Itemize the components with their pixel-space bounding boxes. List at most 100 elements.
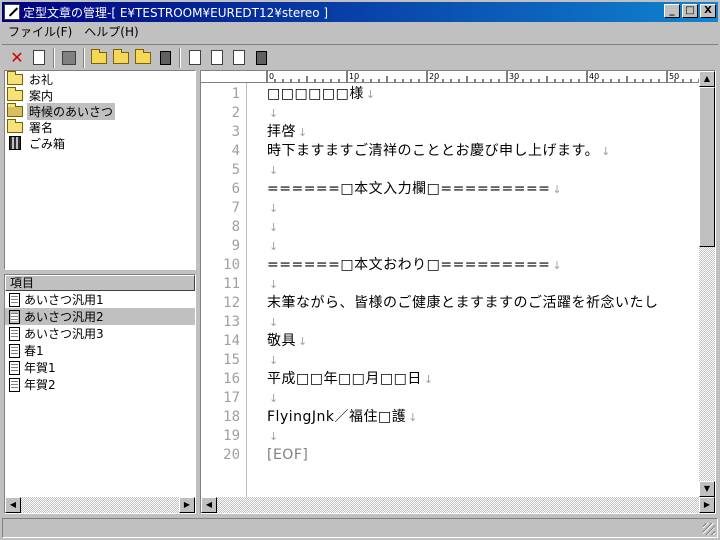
properties-icon [33, 50, 45, 65]
rename-folder-button[interactable] [132, 47, 154, 69]
editor-line[interactable]: [EOF] [267, 446, 310, 465]
menu-help[interactable]: ヘルプ(H) [78, 23, 144, 40]
scroll-left-arrow-icon[interactable]: ◀ [201, 497, 217, 513]
trash-icon [9, 136, 21, 150]
text-editor[interactable]: 0 10 20 30 40 50 1 2 3 4 5 6 7 8 9 10 11 12 13 14 15 16 17 18 1… [200, 70, 716, 514]
editor-line[interactable]: 敬具 ↓ [267, 332, 308, 351]
line-number: 2 [231, 105, 240, 121]
folder-tree[interactable]: お礼 案内 時候のあいさつ 署名 ごみ箱 [4, 70, 196, 270]
editor-line[interactable]: ↓ [267, 427, 279, 446]
editor-line[interactable]: ↓ [267, 199, 279, 218]
newline-mark: ↓ [269, 107, 279, 120]
document-icon [9, 326, 20, 341]
scroll-right-arrow-icon[interactable]: ▶ [699, 497, 715, 513]
list-item[interactable]: あいさつ汎用1 [5, 291, 195, 308]
editor-line[interactable]: 時下ますますご清祥のこととお慶び申し上げます。 ↓ [267, 142, 611, 161]
newline-mark: ↓ [269, 221, 279, 234]
editor-horizontal-scrollbar[interactable]: ◀ ▶ [201, 497, 715, 513]
editor-line[interactable]: 末筆ながら、皆様のご健康とますますのご活躍を祈念いたし [267, 294, 661, 313]
scroll-up-arrow-icon[interactable]: ▲ [699, 71, 715, 87]
line-number: 3 [231, 124, 240, 140]
new-folder-icon [91, 48, 107, 64]
toolbar-separator [53, 47, 55, 68]
save-icon [62, 50, 76, 65]
folder-label: ごみ箱 [29, 136, 66, 151]
document-trash-button[interactable] [250, 47, 272, 69]
line-text: 時下ますますご清祥のこととお慶び申し上げます。 [267, 143, 600, 159]
editor-line[interactable]: ↓ [267, 104, 279, 123]
minimize-button[interactable]: _ [664, 4, 680, 18]
scroll-track[interactable] [699, 247, 715, 481]
editor-line[interactable]: ↓ [267, 275, 279, 294]
column-ruler: 0 10 20 30 40 50 [201, 71, 699, 83]
text-area[interactable]: □□□□□□様 ↓ ↓ 拝啓 ↓ 時下ますますご清祥のこととお慶び申し上げます。 ↓ ↓ ===… [263, 83, 699, 497]
copy-folder-button[interactable] [110, 47, 132, 69]
scroll-left-arrow-icon[interactable]: ◀ [5, 497, 21, 513]
ruler-label: 20 [429, 72, 439, 81]
folder-item[interactable]: 署名 [5, 118, 195, 135]
copy-document-button[interactable] [206, 47, 228, 69]
rename-folder-icon [135, 48, 151, 64]
list-item[interactable]: 春1 [5, 342, 195, 359]
line-text: 末筆ながら、皆様のご健康とますますのご活躍を祈念いたし [267, 295, 659, 311]
folder-label: 時候のあいさつ [27, 102, 116, 120]
line-text: 平成□□年□□月□□日 [267, 371, 422, 387]
list-item-selected[interactable]: あいさつ汎用2 [5, 308, 195, 325]
maximize-button[interactable]: □ [682, 4, 698, 18]
toolbar: ✕ [2, 44, 718, 70]
close-button[interactable]: X [700, 4, 716, 18]
delete-icon: ✕ [10, 48, 24, 67]
list-item[interactable]: あいさつ汎用3 [5, 325, 195, 342]
newline-mark: ↓ [269, 316, 279, 329]
editor-line[interactable]: ======□本文おわり□========= ↓ [267, 256, 562, 275]
scroll-down-arrow-icon[interactable]: ▼ [699, 481, 715, 497]
app-icon[interactable] [4, 4, 20, 20]
open-folder-icon [7, 102, 23, 117]
list-item[interactable]: 年賀1 [5, 359, 195, 376]
document-icon [9, 343, 20, 358]
list-horizontal-scrollbar[interactable]: ◀ ▶ [5, 497, 195, 513]
editor-line[interactable]: FlyingJnk／福住□護 ↓ [267, 408, 418, 427]
new-document-button[interactable] [184, 47, 206, 69]
editor-line[interactable]: 拝啓 ↓ [267, 123, 308, 142]
editor-line[interactable]: ======□本文入力欄□========= ↓ [267, 180, 562, 199]
editor-vertical-scrollbar[interactable]: ▲ ▼ [699, 71, 715, 497]
line-number: 19 [223, 428, 240, 444]
item-label: 春1 [24, 344, 44, 358]
editor-line[interactable]: ↓ [267, 161, 279, 180]
delete-button[interactable]: ✕ [6, 47, 28, 69]
list-item[interactable]: 年賀2 [5, 376, 195, 393]
new-folder-button[interactable] [88, 47, 110, 69]
line-number: 18 [223, 409, 240, 425]
editor-line[interactable]: ↓ [267, 351, 279, 370]
item-list[interactable]: 項目 あいさつ汎用1 あいさつ汎用2 あいさつ汎用3 春1 年賀1 年賀2 ◀ … [4, 274, 196, 514]
folder-item-selected[interactable]: 時候のあいさつ [5, 102, 195, 120]
scroll-track[interactable] [217, 497, 699, 513]
editor-line[interactable]: ↓ [267, 313, 279, 332]
save-button[interactable] [58, 47, 80, 69]
list-column-header[interactable]: 項目 [5, 275, 195, 291]
toolbar-separator [179, 47, 181, 68]
scroll-right-arrow-icon[interactable]: ▶ [179, 497, 195, 513]
ruler-label: 50 [669, 72, 679, 81]
paste-document-button[interactable] [228, 47, 250, 69]
trash-item[interactable]: ごみ箱 [5, 135, 195, 151]
editor-line[interactable]: ↓ [267, 218, 279, 237]
menu-file[interactable]: ファイル(F) [2, 23, 78, 40]
folder-item[interactable]: お礼 [5, 70, 195, 87]
editor-line[interactable]: □□□□□□様 ↓ [267, 85, 376, 104]
paste-document-icon [233, 50, 245, 65]
item-label: あいさつ汎用1 [24, 293, 104, 307]
item-label: 年賀2 [24, 378, 56, 392]
resize-grip-icon[interactable] [703, 523, 715, 535]
folder-trash-button[interactable] [154, 47, 176, 69]
editor-line[interactable]: 平成□□年□□月□□日 ↓ [267, 370, 434, 389]
scroll-track[interactable] [21, 497, 179, 513]
properties-button[interactable] [28, 47, 50, 69]
folder-item[interactable]: 案内 [5, 86, 195, 103]
editor-line[interactable]: ↓ [267, 389, 279, 408]
editor-line[interactable]: ↓ [267, 237, 279, 256]
scroll-thumb[interactable] [699, 87, 715, 247]
newline-mark: ↓ [552, 183, 563, 196]
line-number: 17 [223, 390, 240, 406]
